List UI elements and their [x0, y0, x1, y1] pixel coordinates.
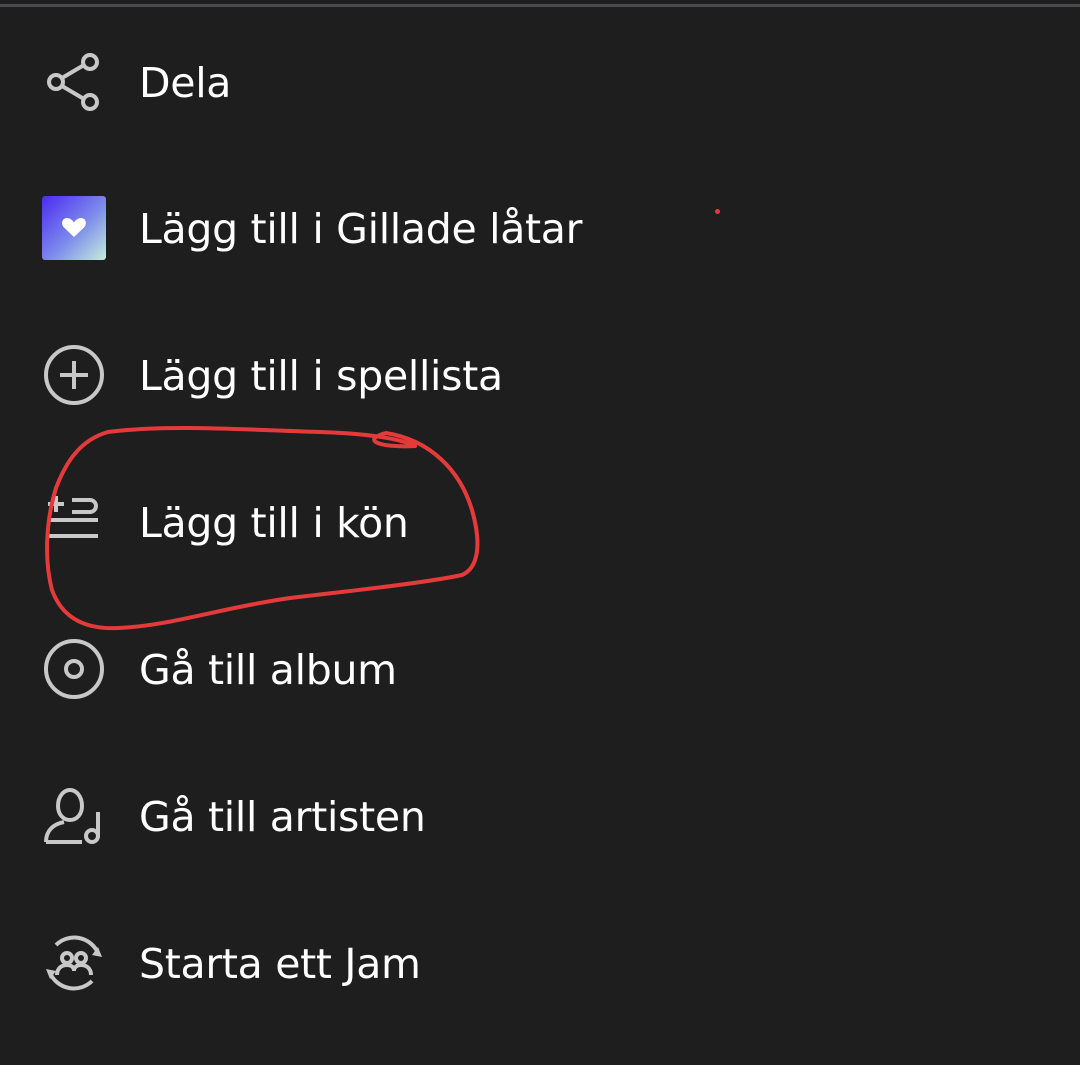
menu-item-start-jam[interactable]: Starta ett Jam — [0, 903, 1080, 1023]
menu-item-label: Gå till artisten — [139, 793, 426, 841]
annotation-dot — [715, 209, 720, 214]
menu-item-go-to-artist[interactable]: Gå till artisten — [0, 756, 1080, 876]
share-icon — [42, 50, 106, 114]
menu-item-label: Dela — [139, 59, 232, 107]
menu-item-label: Lägg till i spellista — [139, 352, 503, 400]
menu-item-go-to-album[interactable]: Gå till album — [0, 609, 1080, 729]
artist-icon — [42, 784, 106, 848]
top-divider — [0, 4, 1080, 7]
add-circle-icon — [42, 343, 106, 407]
menu-item-liked-songs[interactable]: Lägg till i Gillade låtar — [0, 168, 1080, 288]
menu-item-add-to-queue[interactable]: Lägg till i kön — [0, 462, 1080, 582]
menu-item-label: Starta ett Jam — [139, 940, 421, 988]
menu-item-label: Gå till album — [139, 646, 397, 694]
menu-item-share[interactable]: Dela — [0, 22, 1080, 142]
album-icon — [42, 637, 106, 701]
menu-item-label: Lägg till i kön — [139, 499, 409, 547]
add-to-queue-icon — [42, 490, 106, 554]
menu-item-add-to-playlist[interactable]: Lägg till i spellista — [0, 315, 1080, 435]
menu-item-label: Lägg till i Gillade låtar — [139, 205, 583, 253]
jam-icon — [42, 931, 106, 995]
liked-songs-icon — [42, 196, 106, 260]
